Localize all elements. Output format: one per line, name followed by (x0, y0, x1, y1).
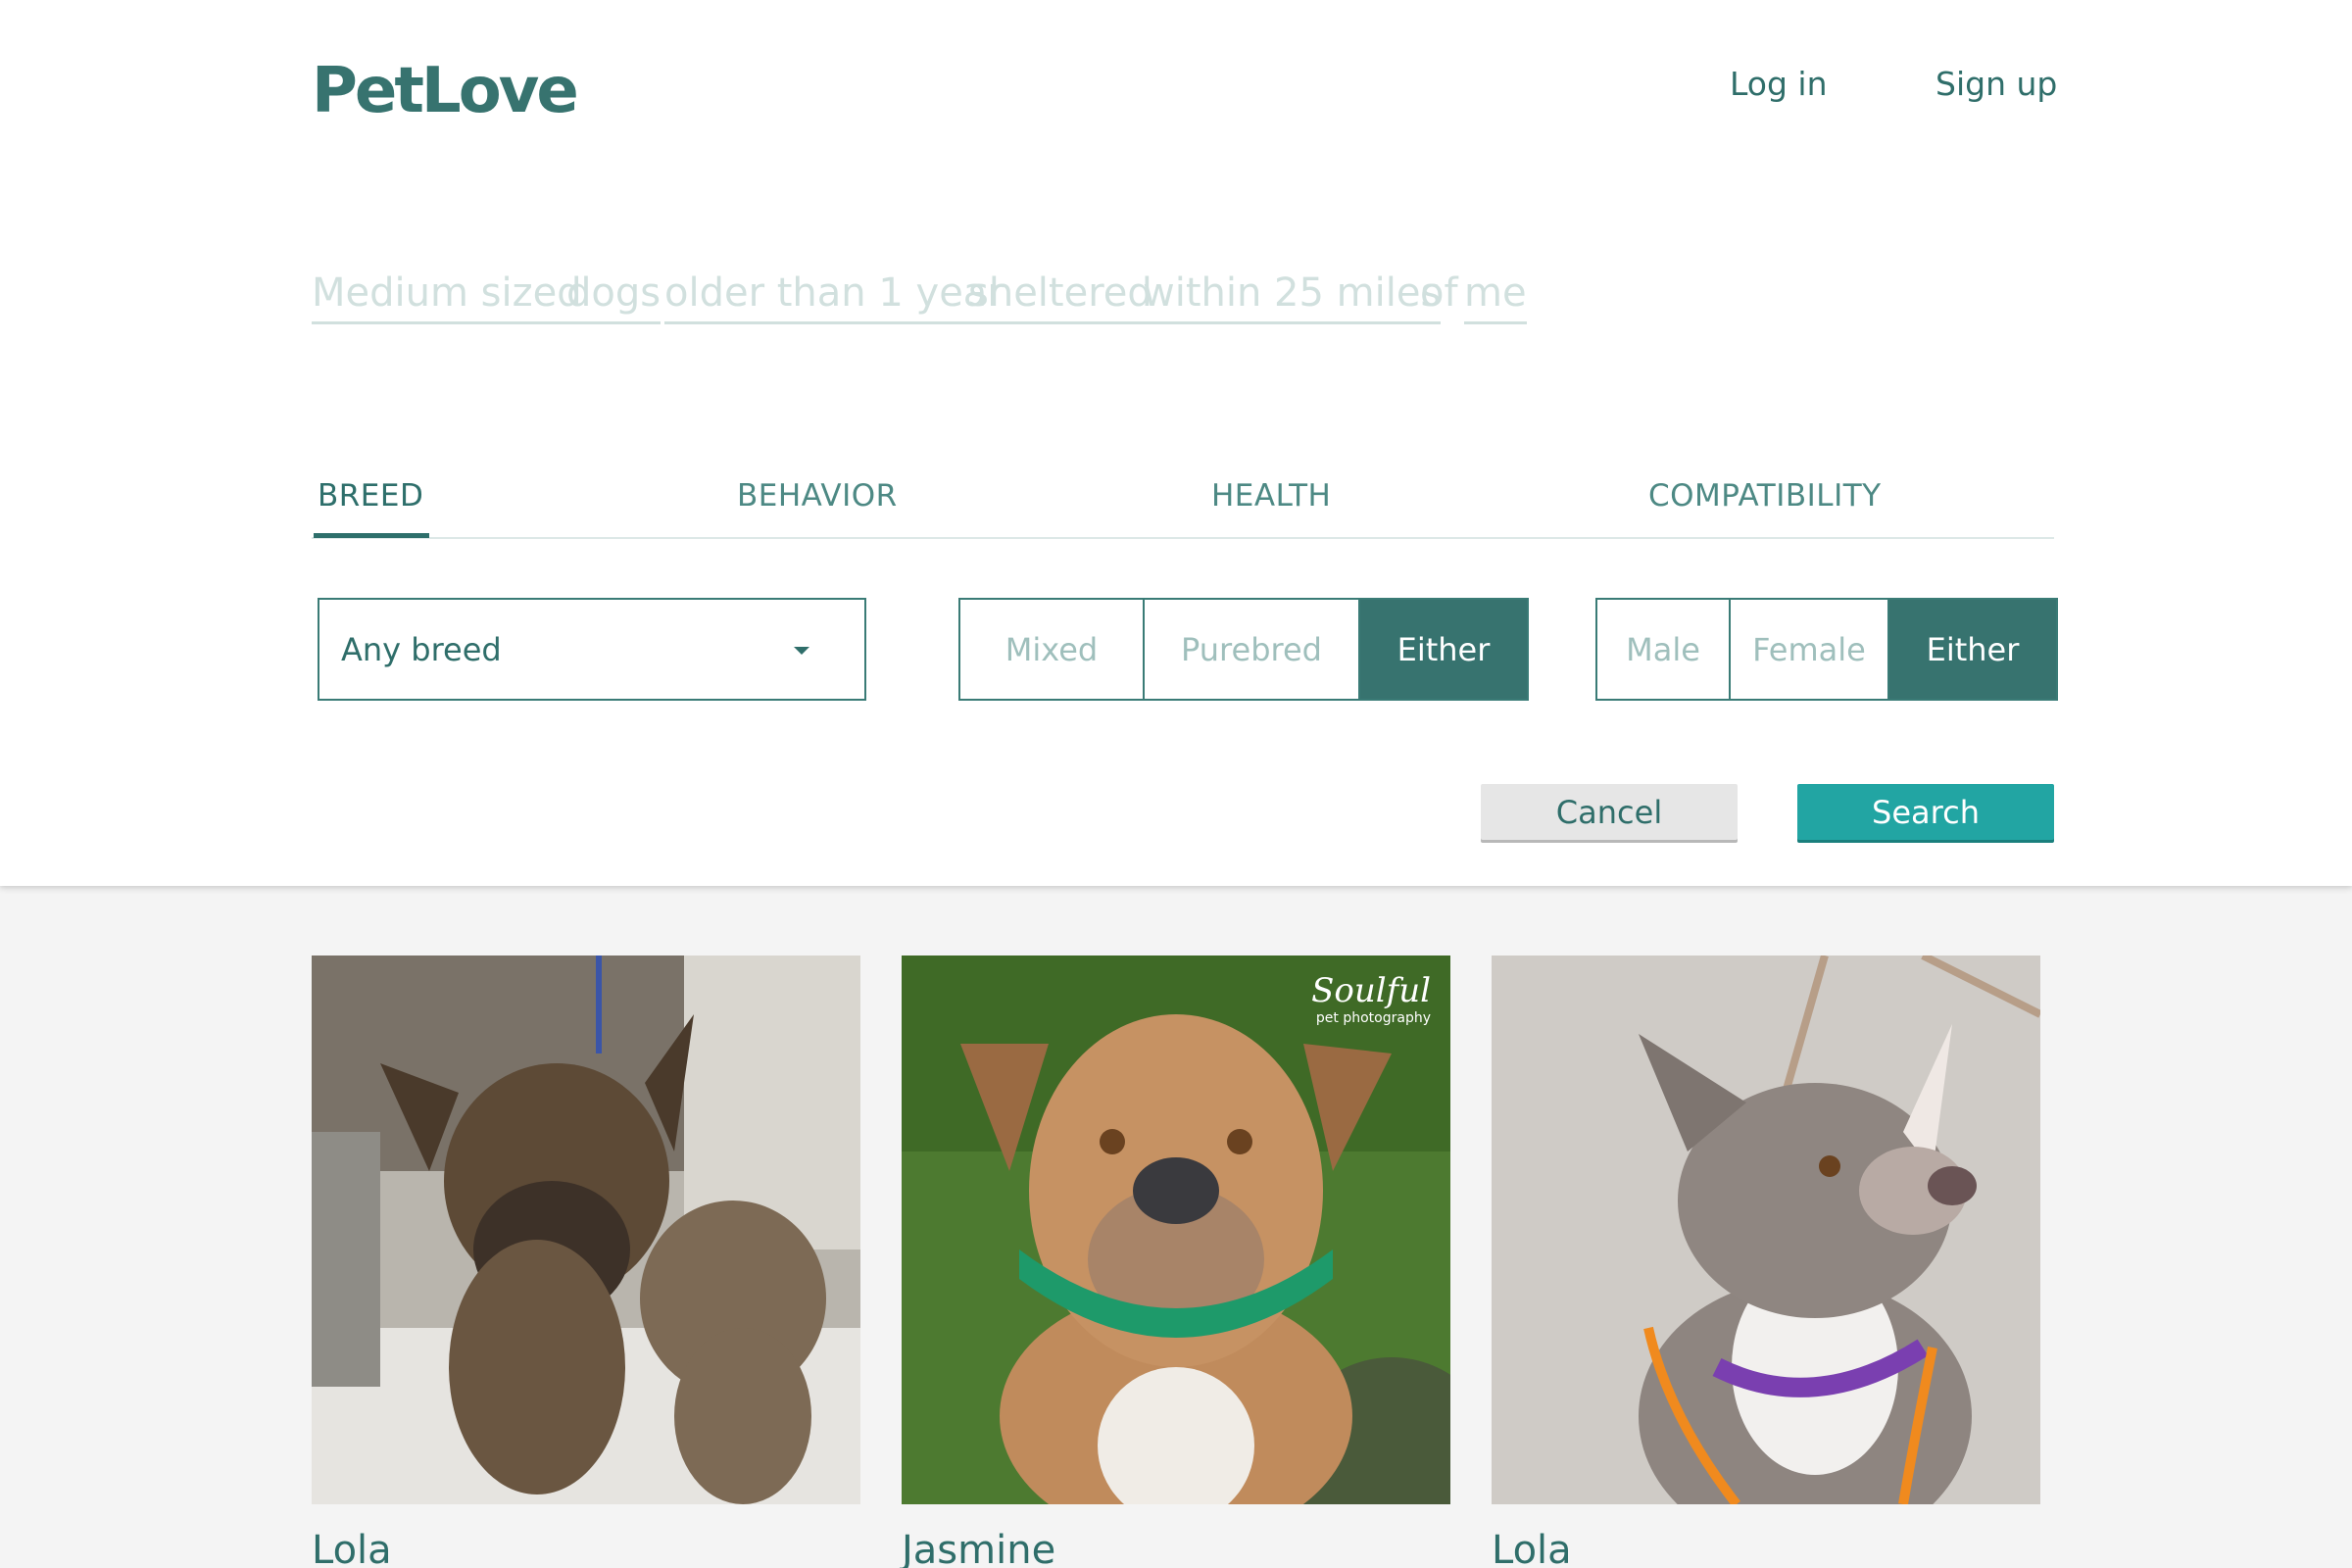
sex-male[interactable]: Male (1597, 600, 1731, 699)
tab-breed[interactable]: BREED (318, 478, 423, 514)
active-tab-indicator (314, 533, 429, 538)
query-distance[interactable]: within 25 miles (1143, 270, 1442, 324)
breed-type-toggle: Mixed Purebred Either (958, 598, 1529, 701)
query-size[interactable]: Medium sized (312, 270, 582, 324)
breed-type-either[interactable]: Either (1360, 600, 1527, 699)
filter-tabs: BREED BEHAVIOR HEALTH COMPATIBILITY (312, 470, 2054, 539)
breed-type-mixed[interactable]: Mixed (960, 600, 1145, 699)
breed-type-purebred[interactable]: Purebred (1145, 600, 1360, 699)
tab-compatibility[interactable]: COMPATIBILITY (1648, 478, 1882, 514)
tab-behavior[interactable]: BEHAVIOR (737, 478, 898, 514)
sex-toggle: Male Female Either (1595, 598, 2058, 701)
caret-down-icon (794, 647, 809, 655)
pet-card[interactable]: Soulful pet photography Jasmine (902, 956, 1450, 1568)
login-link[interactable]: Log in (1730, 65, 1828, 103)
tab-health[interactable]: HEALTH (1211, 478, 1331, 514)
breed-dropdown-value: Any breed (341, 631, 502, 668)
pet-photo[interactable] (1492, 956, 2040, 1504)
pet-card[interactable]: Lola (312, 956, 860, 1568)
pet-name[interactable]: Lola (312, 1528, 392, 1568)
query-age[interactable]: older than 1 year (664, 270, 1004, 324)
pet-photo[interactable]: Soulful pet photography (902, 956, 1450, 1504)
photo-watermark: Soulful pet photography (1311, 971, 1431, 1026)
query-status[interactable]: sheltered (968, 270, 1152, 324)
pet-name[interactable]: Lola (1492, 1528, 1572, 1568)
query-species[interactable]: dogs (566, 270, 662, 324)
pet-name[interactable]: Jasmine (902, 1528, 1055, 1568)
search-panel: PetLove Log in Sign up Medium sized dogs… (0, 0, 2352, 886)
sex-female[interactable]: Female (1731, 600, 1889, 699)
sex-either[interactable]: Either (1889, 600, 2056, 699)
query-of: of (1420, 270, 1458, 316)
pet-card[interactable]: Lola (1492, 956, 2040, 1568)
search-button[interactable]: Search (1797, 784, 2054, 840)
breed-dropdown[interactable]: Any breed (318, 598, 866, 701)
pet-photo[interactable] (312, 956, 860, 1504)
cancel-button[interactable]: Cancel (1481, 784, 1738, 840)
signup-link[interactable]: Sign up (1936, 65, 2057, 103)
query-location[interactable]: me (1464, 270, 1527, 324)
logo[interactable]: PetLove (312, 55, 579, 127)
